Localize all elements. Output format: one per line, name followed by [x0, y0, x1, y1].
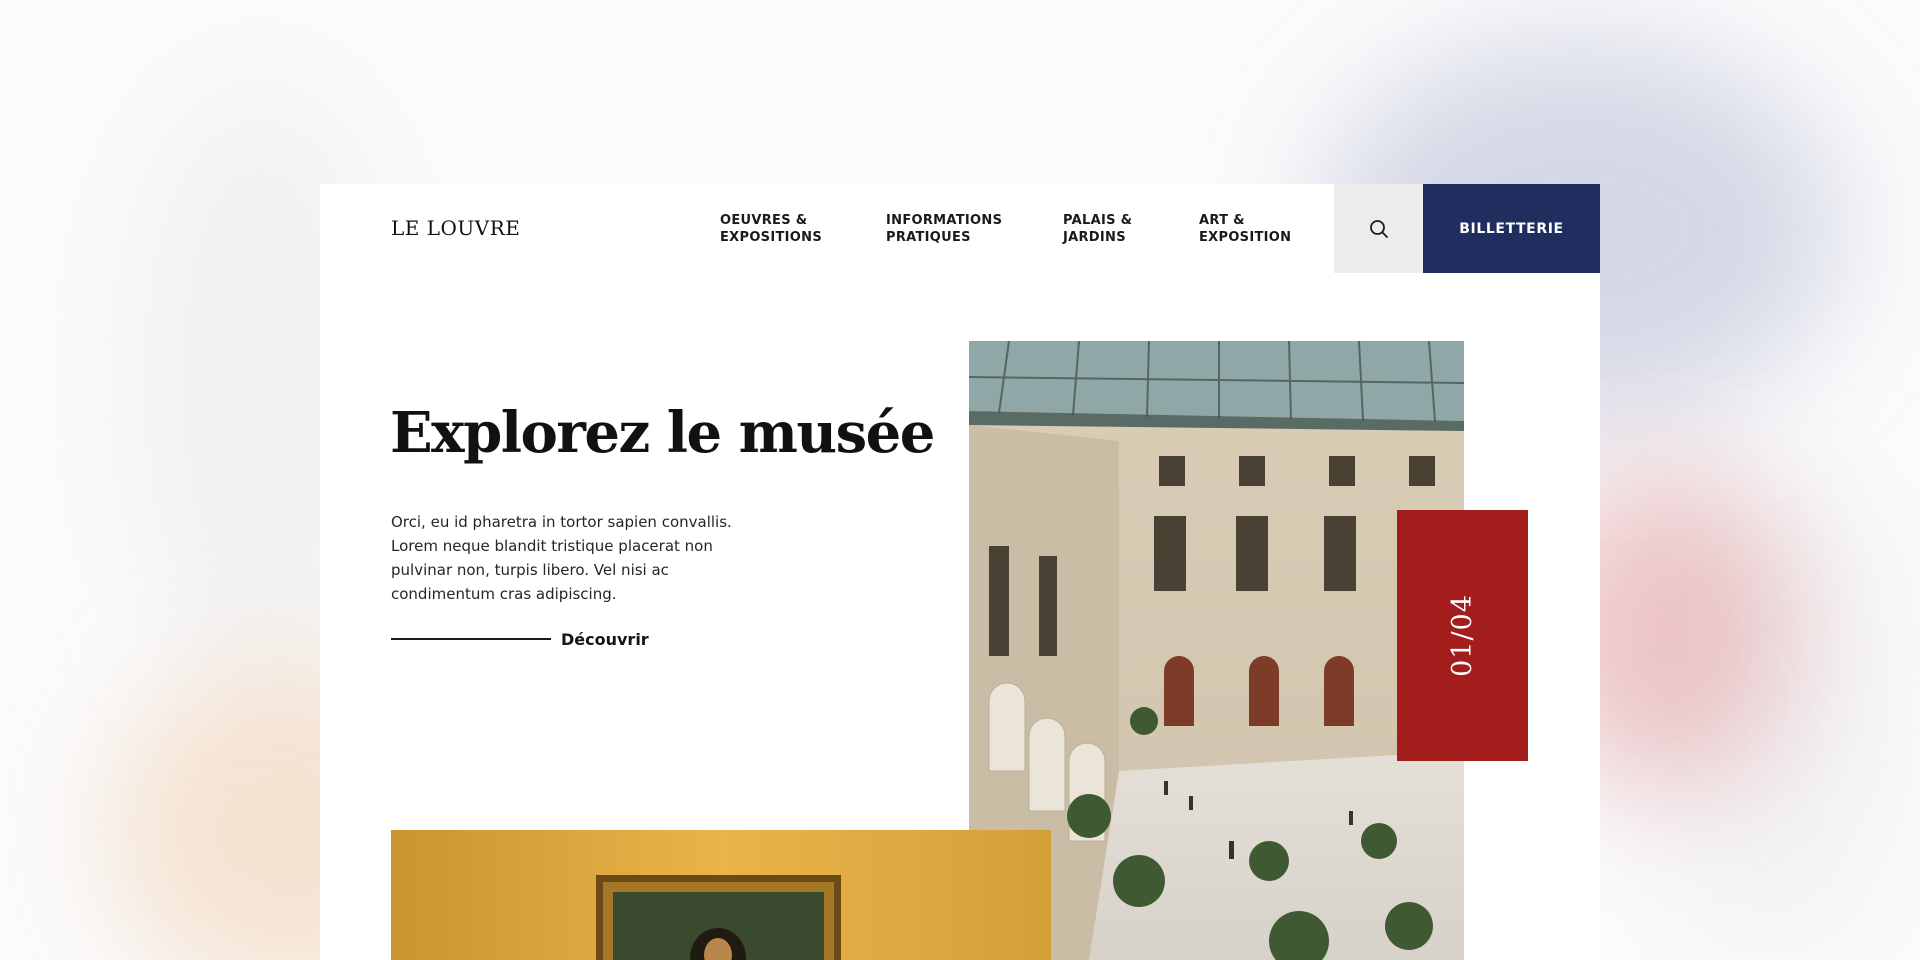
ticket-button[interactable]: BILLETTERIE [1423, 184, 1600, 273]
mona-lisa-photo [391, 830, 1051, 960]
search-icon [1369, 219, 1388, 238]
slide-counter: 01/04 [1447, 594, 1478, 677]
hero-title: Explorez le musée [390, 400, 935, 466]
nav-item-oeuvres[interactable]: OEUVRES & EXPOSITIONS [720, 212, 850, 246]
site-header: LE LOUVRE OEUVRES & EXPOSITIONS INFORMAT… [320, 184, 1600, 273]
page-card: LE LOUVRE OEUVRES & EXPOSITIONS INFORMAT… [320, 184, 1600, 960]
nav-item-informations[interactable]: INFORMATIONS PRATIQUES [886, 212, 1016, 246]
discover-link[interactable]: Découvrir [391, 628, 649, 650]
site-logo[interactable]: LE LOUVRE [391, 216, 520, 240]
cta-label: Découvrir [561, 629, 649, 649]
cta-line [391, 638, 551, 640]
nav-item-art[interactable]: ART & EXPOSITION [1199, 212, 1329, 246]
nav-item-palais[interactable]: PALAIS & JARDINS [1063, 212, 1193, 246]
search-button[interactable] [1334, 184, 1423, 273]
slide-counter-tab: 01/04 [1397, 510, 1528, 761]
hero-description: Orci, eu id pharetra in tortor sapien co… [391, 513, 732, 603]
